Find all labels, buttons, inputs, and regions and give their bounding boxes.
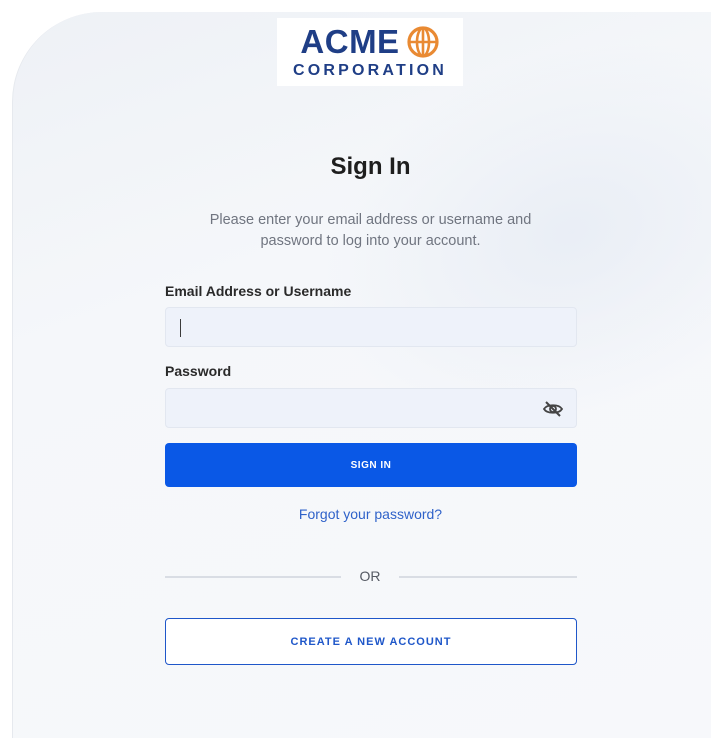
divider-text: OR: [359, 568, 381, 584]
email-label: Email Address or Username: [165, 283, 352, 299]
forgot-password-link[interactable]: Forgot your password?: [0, 506, 717, 522]
brand-logo: ACME CORPORATION: [277, 18, 463, 86]
create-account-button[interactable]: CREATE A NEW ACCOUNT: [165, 618, 577, 665]
page-title: Sign In: [330, 153, 411, 180]
email-field[interactable]: [165, 307, 577, 347]
logo-wordmark: ACME: [300, 23, 400, 60]
divider-right: [399, 576, 577, 578]
password-label: Password: [165, 363, 232, 379]
globe-icon: [406, 26, 439, 58]
text-cursor: [180, 319, 181, 337]
divider-left: [165, 576, 341, 578]
password-field[interactable]: [165, 388, 577, 428]
eye-slash-icon[interactable]: [542, 399, 564, 419]
logo-subtitle: CORPORATION: [292, 62, 447, 79]
sign-in-button[interactable]: SIGN IN: [165, 443, 577, 487]
instructions-text: Please enter your email address or usern…: [209, 212, 532, 249]
